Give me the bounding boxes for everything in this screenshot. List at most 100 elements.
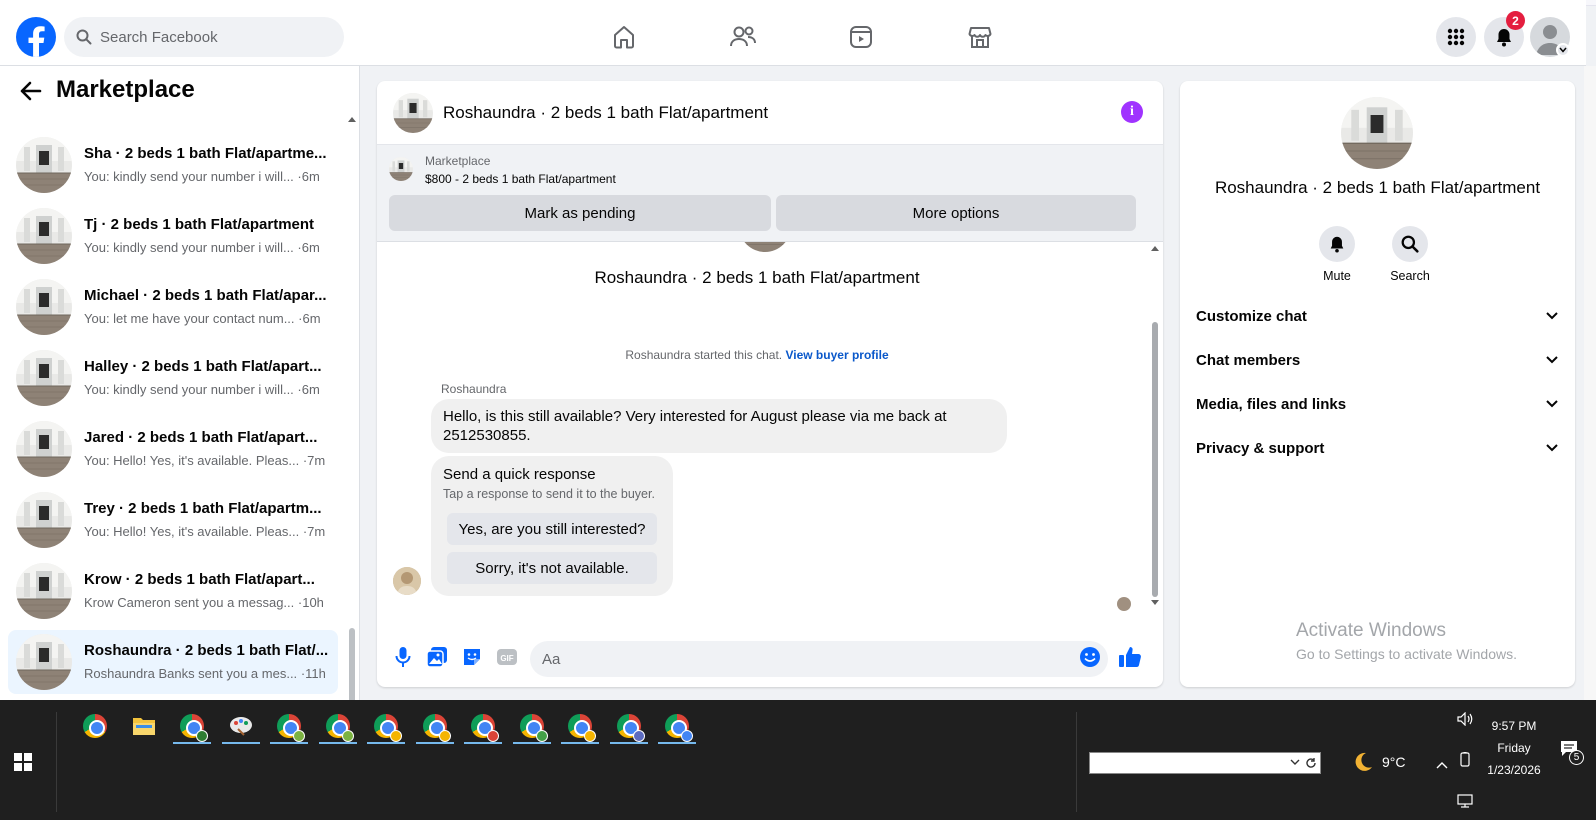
conversation-thumbnail bbox=[16, 279, 72, 335]
mute-button[interactable]: Mute bbox=[1307, 226, 1367, 283]
activate-windows-watermark: Activate Windows Go to Settings to activ… bbox=[1296, 620, 1517, 662]
photo-icon[interactable] bbox=[425, 645, 449, 669]
conversation-item[interactable]: Michael · 2 beds 1 bath Flat/apar... You:… bbox=[8, 275, 338, 339]
conversation-thumbnail bbox=[16, 350, 72, 406]
quick-response-yes-button[interactable]: Yes, are you still interested? bbox=[447, 513, 657, 545]
chevron-down-icon[interactable] bbox=[1556, 43, 1570, 57]
conversation-item[interactable]: Trey · 2 beds 1 bath Flat/apartm... You: … bbox=[8, 488, 338, 552]
sidebar-scrollbar[interactable] bbox=[346, 116, 358, 700]
conversation-item[interactable]: Sha · 2 beds 1 bath Flat/apartme... You: … bbox=[8, 133, 338, 197]
conversation-thumbnail bbox=[16, 563, 72, 619]
gif-icon[interactable]: GIF bbox=[495, 645, 519, 669]
thread-title: Roshaundra · 2 beds 1 bath Flat/apartmen… bbox=[594, 268, 920, 287]
taskbar-chrome-profile-icon[interactable] bbox=[464, 710, 502, 744]
listing-small-thumbnail[interactable] bbox=[389, 157, 413, 181]
customize-chat-row[interactable]: Customize chat bbox=[1196, 296, 1559, 336]
network-icon[interactable] bbox=[1457, 794, 1473, 813]
facebook-logo-icon[interactable] bbox=[16, 17, 56, 57]
sender-avatar[interactable] bbox=[393, 567, 421, 595]
chat-title[interactable]: Roshaundra · 2 beds 1 bath Flat/apartmen… bbox=[443, 103, 768, 123]
chat-details-panel: Roshaundra · 2 beds 1 bath Flat/apartmen… bbox=[1180, 81, 1575, 687]
clock-date[interactable]: 1/23/2026 bbox=[1484, 763, 1544, 777]
preview-text: You: Hello! Yes, it's available. Pleas..… bbox=[84, 453, 300, 468]
preview-text: You: kindly send your number i will... bbox=[84, 169, 294, 184]
chevron-down-icon bbox=[1546, 400, 1558, 408]
taskbar-chrome-icon[interactable] bbox=[76, 710, 114, 742]
conversation-item[interactable]: Roshaundra · 2 beds 1 bath Flat/... Rosha… bbox=[8, 630, 338, 694]
preview-time: ·11h bbox=[300, 666, 326, 681]
marketplace-icon[interactable] bbox=[965, 22, 995, 52]
page-scrollbar[interactable] bbox=[1584, 66, 1596, 700]
taskbar-paint-icon[interactable] bbox=[221, 710, 260, 744]
media-files-links-row[interactable]: Media, files and links bbox=[1196, 384, 1559, 424]
battery-icon[interactable] bbox=[1457, 752, 1473, 773]
sticker-icon[interactable] bbox=[460, 645, 484, 669]
bell-icon bbox=[1319, 226, 1355, 262]
clock-day[interactable]: Friday bbox=[1490, 741, 1538, 755]
taskbar-file-explorer-icon[interactable] bbox=[125, 710, 163, 742]
quick-response-no-button[interactable]: Sorry, it's not available. bbox=[447, 552, 657, 584]
temperature: 9°C bbox=[1382, 754, 1406, 770]
taskbar-chrome-profile-icon[interactable] bbox=[512, 710, 551, 744]
section-label: Media, files and links bbox=[1196, 395, 1347, 413]
speaker-icon[interactable] bbox=[1457, 711, 1473, 731]
conversation-item[interactable]: Tj · 2 beds 1 bath Flat/apartment You: ki… bbox=[8, 204, 338, 268]
taskbar-chrome-profile-icon[interactable] bbox=[367, 710, 405, 744]
windows-start-icon[interactable] bbox=[14, 753, 32, 776]
section-label: Customize chat bbox=[1196, 307, 1307, 325]
listing-thumbnail[interactable] bbox=[393, 93, 433, 133]
preview-text: You: Hello! Yes, it's available. Pleas..… bbox=[84, 524, 300, 539]
mark-as-pending-button[interactable]: Mark as pending bbox=[389, 195, 771, 231]
svg-text:GIF: GIF bbox=[500, 654, 513, 663]
message-thread: Roshaundra · 2 beds 1 bath Flat/apartmen… bbox=[377, 226, 1163, 637]
seen-indicator-avatar bbox=[1117, 597, 1131, 611]
microphone-icon[interactable] bbox=[391, 645, 415, 669]
search-icon bbox=[76, 29, 92, 45]
search-box[interactable] bbox=[64, 17, 344, 57]
taskbar-chrome-profile-icon[interactable] bbox=[658, 710, 696, 744]
taskbar-chrome-profile-icon[interactable] bbox=[318, 710, 357, 744]
view-buyer-profile-link[interactable]: View buyer profile bbox=[785, 348, 888, 362]
taskbar-chrome-profile-icon[interactable] bbox=[173, 710, 211, 744]
taskbar-chrome-profile-icon[interactable] bbox=[415, 710, 454, 744]
message-input[interactable] bbox=[530, 641, 1108, 677]
conversation-preview: You: Hello! Yes, it's available. Pleas..… bbox=[84, 453, 325, 468]
emoji-icon[interactable] bbox=[1078, 645, 1102, 669]
listing-price-title[interactable]: $800 - 2 beds 1 bath Flat/apartment bbox=[425, 172, 616, 186]
conversation-name: Michael · 2 beds 1 bath Flat/apar... bbox=[84, 287, 327, 304]
listing-large-thumbnail[interactable] bbox=[1341, 97, 1413, 169]
taskbar-chrome-profile-icon[interactable] bbox=[609, 710, 648, 744]
top-navigation-bar: 2 bbox=[0, 0, 1586, 66]
search-input[interactable] bbox=[100, 28, 320, 46]
chat-scrollbar[interactable] bbox=[1147, 242, 1163, 637]
weather-widget[interactable]: 9°C bbox=[1352, 751, 1406, 773]
chat-members-row[interactable]: Chat members bbox=[1196, 340, 1559, 380]
quick-response-subtitle: Tap a response to send it to the buyer. bbox=[443, 487, 655, 501]
preview-text: Krow Cameron sent you a messag... bbox=[84, 595, 295, 610]
chevron-down-icon bbox=[1546, 312, 1558, 320]
chevron-up-icon[interactable] bbox=[1436, 756, 1448, 774]
more-options-button[interactable]: More options bbox=[776, 195, 1136, 231]
taskbar-chrome-profile-icon[interactable] bbox=[270, 710, 308, 744]
info-icon[interactable]: i bbox=[1121, 101, 1143, 123]
video-icon[interactable] bbox=[846, 22, 876, 52]
conversation-name: Halley · 2 beds 1 bath Flat/apart... bbox=[84, 358, 322, 375]
menu-grid-icon[interactable] bbox=[1436, 17, 1476, 57]
conversation-item[interactable]: Halley · 2 beds 1 bath Flat/apart... You:… bbox=[8, 346, 338, 410]
clock-time[interactable]: 9:57 PM bbox=[1490, 719, 1538, 733]
home-icon[interactable] bbox=[609, 22, 639, 52]
privacy-support-row[interactable]: Privacy & support bbox=[1196, 428, 1559, 468]
conversation-item[interactable]: Jared · 2 beds 1 bath Flat/apart... You: … bbox=[8, 417, 338, 481]
moon-icon bbox=[1355, 752, 1372, 771]
search-in-chat-button[interactable]: Search bbox=[1380, 226, 1440, 283]
taskbar-chrome-profile-icon[interactable] bbox=[561, 710, 599, 744]
watermark-line-2: Go to Settings to activate Windows. bbox=[1296, 646, 1517, 662]
thumbs-up-icon[interactable] bbox=[1118, 645, 1142, 669]
conversation-item[interactable]: Krow · 2 beds 1 bath Flat/apart... Krow C… bbox=[8, 559, 338, 623]
friends-icon[interactable] bbox=[728, 22, 758, 52]
taskbar-address-box[interactable] bbox=[1089, 752, 1321, 774]
windows-taskbar: 9°C 9:57 PM Friday 1/23/2026 5 bbox=[0, 700, 1596, 820]
back-arrow-icon[interactable] bbox=[20, 81, 42, 106]
conversation-preview: You: Hello! Yes, it's available. Pleas..… bbox=[84, 524, 325, 539]
preview-time: ·6m bbox=[297, 382, 320, 397]
